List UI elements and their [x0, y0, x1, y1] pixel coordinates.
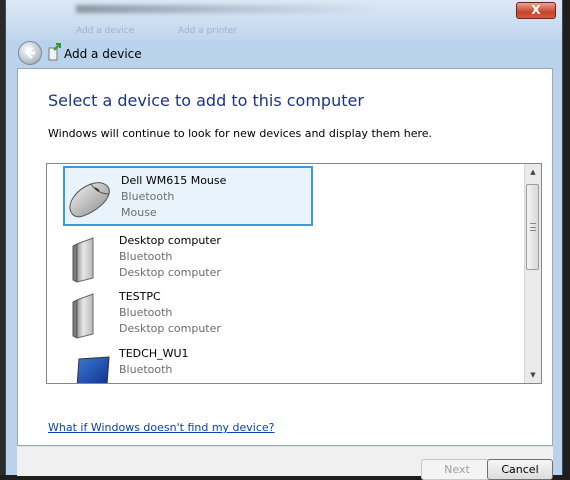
device-list[interactable]: Dell WM615 Mouse Bluetooth Mouse Desktop…	[46, 163, 542, 384]
cancel-button[interactable]: Cancel	[487, 459, 553, 480]
add-device-window: Add a device Add a printer X Add a devic…	[5, 0, 563, 480]
next-button[interactable]: Next	[421, 459, 493, 480]
title-bar[interactable]: Add a device Add a printer X	[6, 0, 562, 40]
desktop-computer-icon	[72, 237, 94, 283]
device-item-tedch-wu1[interactable]: TEDCH_WU1 Bluetooth	[63, 341, 313, 383]
device-name: TESTPC	[119, 290, 161, 303]
title-bar-shadow	[76, 5, 376, 13]
device-item-testpc[interactable]: TESTPC Bluetooth Desktop computer	[63, 284, 313, 344]
device-protocol: Bluetooth	[119, 250, 173, 263]
help-link[interactable]: What if Windows doesn't find my device?	[48, 421, 275, 434]
device-item-dell-wm615-mouse[interactable]: Dell WM615 Mouse Bluetooth Mouse	[63, 166, 313, 226]
desktop-computer-icon	[72, 293, 94, 339]
device-protocol: Bluetooth	[121, 190, 175, 203]
ghost-tab-add-printer: Add a printer	[178, 26, 238, 36]
window-title: Add a device	[64, 47, 142, 61]
device-name: Dell WM615 Mouse	[121, 174, 227, 187]
device-list-scrollbar[interactable]: ▲ ▼	[524, 164, 541, 383]
device-protocol: Bluetooth	[119, 306, 173, 319]
close-icon: X	[531, 3, 541, 17]
page-heading: Select a device to add to this computer	[48, 91, 364, 110]
close-button[interactable]: X	[516, 2, 556, 19]
device-type: Desktop computer	[119, 322, 221, 335]
device-item-desktop-computer[interactable]: Desktop computer Bluetooth Desktop compu…	[63, 228, 313, 288]
wizard-content: Select a device to add to this computer …	[17, 68, 553, 446]
device-name: TEDCH_WU1	[119, 347, 189, 360]
back-arrow-icon	[25, 47, 35, 59]
ghost-tab-add-device: Add a device	[76, 26, 135, 36]
laptop-icon	[76, 356, 110, 383]
scroll-down-arrow-icon[interactable]: ▼	[525, 367, 541, 383]
add-device-wizard-icon	[48, 43, 61, 61]
device-name: Desktop computer	[119, 234, 221, 247]
device-type: Desktop computer	[119, 266, 221, 279]
device-protocol: Bluetooth	[119, 363, 173, 376]
device-type: Mouse	[121, 206, 157, 219]
scroll-up-arrow-icon[interactable]: ▲	[525, 164, 541, 180]
scroll-thumb[interactable]	[526, 184, 539, 270]
wizard-footer: Next Cancel	[17, 446, 553, 480]
mouse-icon	[69, 182, 110, 218]
scroll-grip-icon	[530, 223, 536, 231]
page-description: Windows will continue to look for new de…	[48, 127, 433, 140]
back-button[interactable]	[18, 41, 42, 65]
